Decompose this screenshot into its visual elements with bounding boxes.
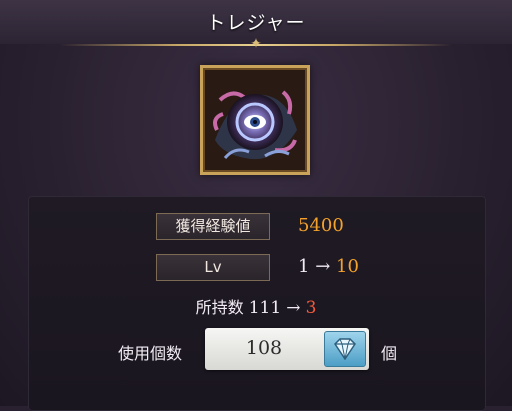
level-to: 10 [336, 256, 359, 277]
level-label: Lv [156, 254, 270, 281]
arrow-icon: → [286, 298, 301, 318]
dialog-title: トレジャー [206, 12, 306, 34]
owned-label: 所持数 [195, 298, 244, 317]
level-from: 1 [298, 256, 310, 277]
arrow-icon: → [315, 256, 331, 277]
owned-from: 111 [248, 298, 282, 318]
quantity-select-button[interactable] [324, 331, 366, 367]
use-count-label: 使用個数 [118, 344, 183, 363]
unit-label: 個 [381, 344, 398, 363]
quantity-stepper[interactable]: 108 [205, 328, 369, 370]
treasure-dialog: トレジャー ✦ 獲得経験値 5400 Lv 1 → 10 所持数 111 → 3… [0, 0, 512, 411]
owned-count: 所持数 111 → 3 [0, 294, 512, 318]
exp-label: 獲得経験値 [156, 213, 270, 240]
exp-value: 5400 [298, 215, 344, 236]
eye-orb-icon [205, 70, 305, 170]
treasure-item-icon [200, 65, 310, 175]
quantity-value[interactable]: 108 [205, 337, 323, 359]
level-change: 1 → 10 [298, 256, 359, 277]
owned-to: 3 [305, 298, 317, 318]
diamond-dropdown-icon [334, 338, 356, 360]
ornament-icon: ✦ [250, 36, 262, 52]
